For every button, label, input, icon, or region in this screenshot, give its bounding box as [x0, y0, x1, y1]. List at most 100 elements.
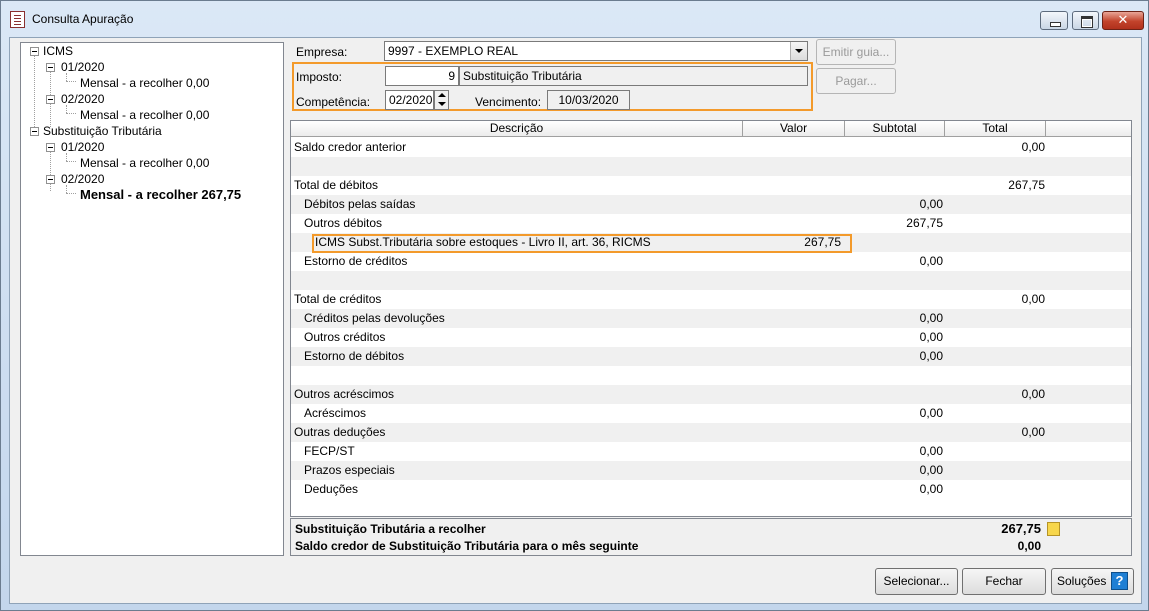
collapse-icon[interactable]: [46, 143, 55, 152]
table-row[interactable]: Outros créditos 0,00: [291, 328, 1131, 347]
column-header-valor[interactable]: Valor: [743, 121, 845, 137]
imposto-description: Substituição Tributária: [459, 66, 808, 86]
competencia-input[interactable]: 02/2020: [385, 90, 434, 110]
table-row[interactable]: Total de créditos 0,00: [291, 290, 1131, 309]
column-header-descricao[interactable]: Descrição: [291, 121, 743, 137]
cell-descricao: Acréscimos: [304, 406, 367, 420]
note-icon[interactable]: [1047, 522, 1060, 536]
maximize-button[interactable]: [1072, 11, 1099, 30]
app-document-icon: [10, 11, 25, 28]
column-header-total[interactable]: Total: [945, 121, 1046, 137]
empresa-select[interactable]: 9997 - EXEMPLO REAL: [384, 41, 808, 61]
table-row[interactable]: Estorno de créditos 0,00: [291, 252, 1131, 271]
solucoes-button[interactable]: Soluções ?: [1051, 568, 1134, 595]
cell-descricao: Outras deduções: [294, 425, 386, 439]
table-row[interactable]: FECP/ST 0,00: [291, 442, 1131, 461]
table-row[interactable]: Outros débitos 267,75: [291, 214, 1131, 233]
empresa-label: Empresa:: [296, 45, 348, 59]
apuracao-grid[interactable]: Descrição Valor Subtotal Total Saldo cre…: [290, 120, 1132, 517]
solucoes-label: Soluções: [1057, 574, 1107, 588]
competencia-label: Competência:: [296, 95, 371, 109]
cell-subtotal: 0,00: [919, 330, 943, 344]
cell-subtotal: 267,75: [906, 216, 943, 230]
collapse-icon[interactable]: [46, 63, 55, 72]
tree-leaf[interactable]: Mensal - a recolher 0,00: [80, 107, 209, 123]
selecionar-button[interactable]: Selecionar...: [875, 568, 958, 595]
table-row[interactable]: Total de débitos 267,75: [291, 176, 1131, 195]
table-row[interactable]: [291, 366, 1131, 385]
cell-total: 0,00: [1021, 425, 1045, 439]
competencia-spinner[interactable]: [434, 90, 449, 110]
chevron-down-icon[interactable]: [790, 42, 807, 60]
table-row[interactable]: Outros acréscimos 0,00: [291, 385, 1131, 404]
tree-line: [66, 161, 76, 162]
empresa-value: 9997 - EXEMPLO REAL: [388, 44, 519, 58]
tree-leaf[interactable]: Mensal - a recolher 0,00: [80, 75, 209, 91]
column-header-subtotal[interactable]: Subtotal: [845, 121, 945, 137]
cell-descricao: Outros débitos: [304, 216, 383, 230]
tree-node-icms[interactable]: ICMS: [43, 43, 73, 59]
cell-descricao: Débitos pelas saídas: [304, 197, 416, 211]
help-icon: ?: [1111, 572, 1128, 590]
cell-descricao: Prazos especiais: [304, 463, 395, 477]
tree-node-period[interactable]: 01/2020: [61, 139, 104, 155]
tree-line: [34, 55, 35, 135]
cell-subtotal: 0,00: [919, 482, 943, 496]
cell-subtotal: 0,00: [919, 197, 943, 211]
cell-subtotal: 0,00: [919, 311, 943, 325]
table-row[interactable]: Créditos pelas devoluções 0,00: [291, 309, 1131, 328]
title-bar[interactable]: Consulta Apuração: [1, 1, 1148, 37]
pagar-button[interactable]: Pagar...: [816, 68, 896, 94]
tree-leaf-selected[interactable]: Mensal - a recolher 267,75: [80, 187, 241, 203]
cell-total: 0,00: [1021, 292, 1045, 306]
minimize-button[interactable]: [1040, 11, 1068, 30]
table-row[interactable]: [291, 271, 1131, 290]
fechar-button[interactable]: Fechar: [962, 568, 1046, 595]
cell-descricao: Total de créditos: [294, 292, 382, 306]
cell-subtotal: 0,00: [919, 444, 943, 458]
collapse-icon[interactable]: [46, 95, 55, 104]
cell-subtotal: 0,00: [919, 406, 943, 420]
cell-descricao: FECP/ST: [304, 444, 355, 458]
cell-descricao: Outros créditos: [304, 330, 386, 344]
cell-subtotal: 0,00: [919, 349, 943, 363]
main-window: Consulta Apuração ICMS 01/2020 Mensal - …: [0, 0, 1149, 611]
cell-descricao: Deduções: [304, 482, 359, 496]
vencimento-value: 10/03/2020: [547, 90, 630, 110]
table-row[interactable]: Saldo credor anterior 0,00: [291, 138, 1131, 157]
table-row[interactable]: Acréscimos 0,00: [291, 404, 1131, 423]
table-row[interactable]: Outras deduções 0,00: [291, 423, 1131, 442]
cell-subtotal: 0,00: [919, 463, 943, 477]
cell-descricao: Estorno de créditos: [304, 254, 408, 268]
cell-descricao: Saldo credor anterior: [294, 140, 407, 154]
tree-line: [66, 113, 76, 114]
table-row[interactable]: Estorno de débitos 0,00: [291, 347, 1131, 366]
tree-leaf[interactable]: Mensal - a recolher 0,00: [80, 155, 209, 171]
table-row[interactable]: [291, 157, 1131, 176]
collapse-icon[interactable]: [30, 47, 39, 56]
summary-recolher-value: 267,75: [1001, 521, 1041, 536]
column-header-empty: [1046, 121, 1131, 137]
summary-saldo-value: 0,00: [1017, 539, 1041, 553]
cell-total: 0,00: [1021, 140, 1045, 154]
imposto-code-input[interactable]: 9: [385, 66, 459, 86]
cell-descricao: Créditos pelas devoluções: [304, 311, 445, 325]
window-title: Consulta Apuração: [32, 12, 134, 26]
tree-node-period[interactable]: 01/2020: [61, 59, 104, 75]
highlight-box-row: [312, 234, 852, 253]
tree-line: [50, 151, 51, 191]
summary-recolher-label: Substituição Tributária a recolher: [295, 522, 486, 536]
collapse-icon[interactable]: [30, 127, 39, 136]
cell-descricao: Estorno de débitos: [304, 349, 405, 363]
table-row[interactable]: Débitos pelas saídas 0,00: [291, 195, 1131, 214]
apuracao-tree[interactable]: ICMS 01/2020 Mensal - a recolher 0,00 02…: [20, 42, 284, 556]
tree-node-substituicao[interactable]: Substituição Tributária: [43, 123, 162, 139]
tree-node-period[interactable]: 02/2020: [61, 91, 104, 107]
tree-node-period[interactable]: 02/2020: [61, 171, 104, 187]
table-row[interactable]: Prazos especiais 0,00: [291, 461, 1131, 480]
close-window-button[interactable]: [1102, 11, 1144, 30]
collapse-icon[interactable]: [46, 175, 55, 184]
cell-total: 267,75: [1008, 178, 1045, 192]
table-row[interactable]: Deduções 0,00: [291, 480, 1131, 499]
emitir-guia-button[interactable]: Emitir guia...: [816, 39, 896, 65]
